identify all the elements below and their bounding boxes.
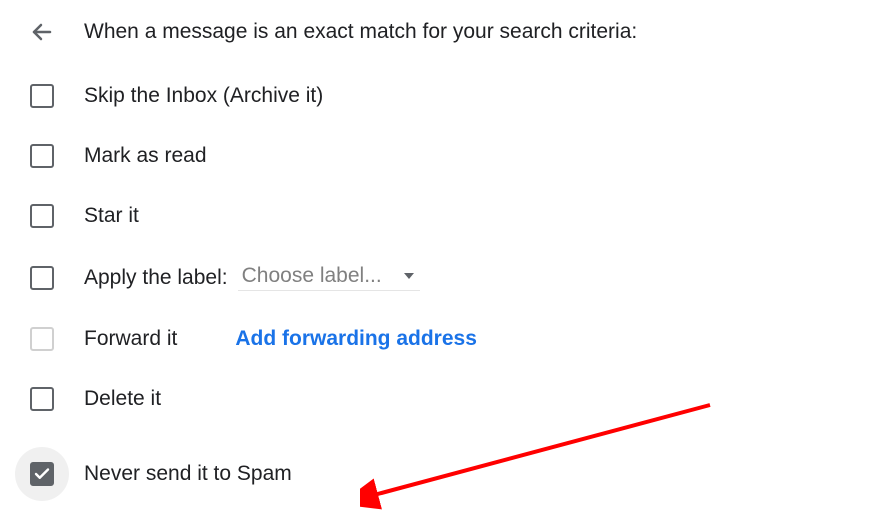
label-mark-read: Mark as read [84, 144, 207, 168]
label-apply-label: Apply the label: [84, 266, 228, 290]
chevron-down-icon [404, 273, 414, 279]
checkbox-skip-inbox[interactable] [30, 84, 54, 108]
checkbox-apply-label[interactable] [30, 266, 54, 290]
checkbox-delete[interactable] [30, 387, 54, 411]
choose-label-dropdown[interactable]: Choose label... [238, 264, 420, 291]
checkbox-forward[interactable] [30, 327, 54, 351]
checkbox-halo [15, 447, 69, 501]
label-delete: Delete it [84, 387, 161, 411]
checkbox-never-spam[interactable] [30, 462, 54, 486]
label-forward: Forward it [84, 327, 177, 351]
label-never-spam: Never send it to Spam [84, 462, 292, 486]
checkbox-star[interactable] [30, 204, 54, 228]
add-forwarding-link[interactable]: Add forwarding address [235, 327, 477, 351]
page-title: When a message is an exact match for you… [84, 20, 637, 44]
checkbox-mark-read[interactable] [30, 144, 54, 168]
choose-label-text: Choose label... [242, 264, 382, 288]
back-arrow-icon[interactable] [30, 20, 54, 44]
label-skip-inbox: Skip the Inbox (Archive it) [84, 84, 323, 108]
label-star: Star it [84, 204, 139, 228]
